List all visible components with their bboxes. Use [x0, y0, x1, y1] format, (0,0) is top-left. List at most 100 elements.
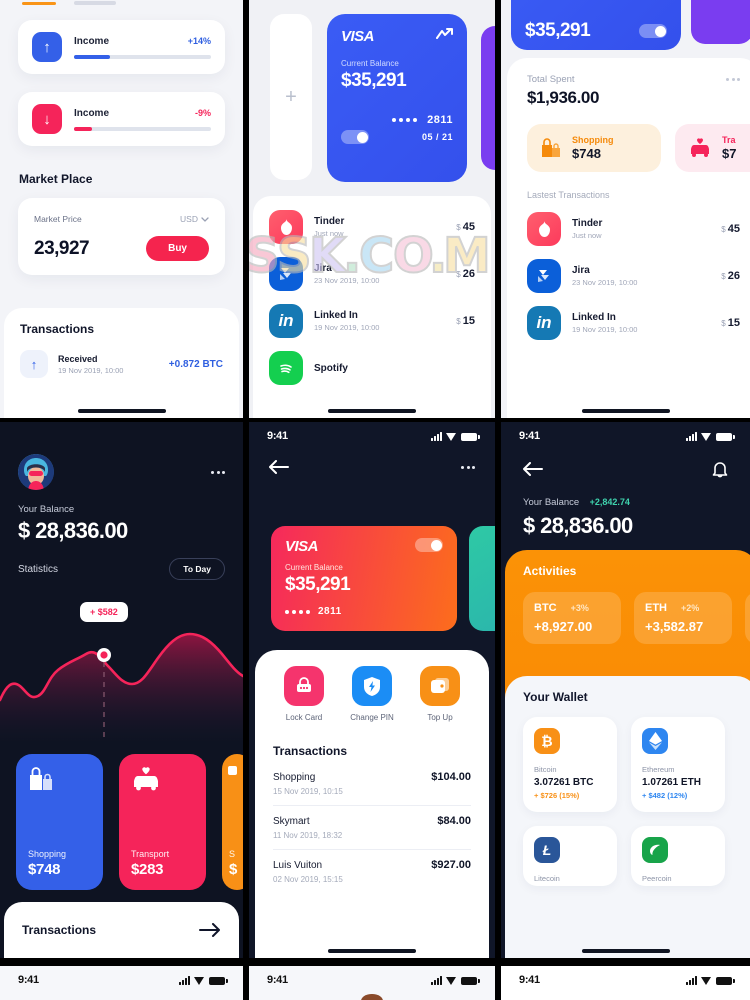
balance-change: +2,842.74 [589, 497, 630, 507]
table-row[interactable]: ↑ Received 19 Nov 2019, 10:00 +0.872 BTC [20, 350, 223, 378]
activity-card-btc[interactable]: BTC +3% +8,927.00 [523, 592, 621, 644]
table-row[interactable]: Shopping $104.00 15 Nov 2019, 10:15 [273, 771, 471, 796]
app-amount: $45 [456, 221, 475, 233]
category-label: S [229, 849, 236, 859]
ellipsis-icon[interactable] [726, 78, 740, 81]
table-row[interactable]: Luis Vuiton $927.00 02 Nov 2019, 15:15 [273, 859, 471, 884]
app-name: Spotify [314, 362, 348, 374]
table-row[interactable]: Skymart $84.00 11 Nov 2019, 18:32 [273, 815, 471, 840]
arrow-right-icon[interactable] [199, 923, 221, 937]
list-item[interactable]: Jira 23 Nov 2019, 10:00 $26 [269, 257, 475, 291]
card-toggle[interactable] [341, 130, 369, 144]
market-price-label: Market Price [34, 214, 82, 224]
ellipsis-icon[interactable] [211, 470, 225, 474]
wifi-icon [701, 976, 712, 985]
visa-logo: VISA [285, 538, 319, 555]
linkedin-icon: in [269, 304, 303, 338]
visa-card-purple-partial[interactable] [691, 0, 750, 44]
wifi-icon [446, 432, 457, 441]
category-card-partial[interactable]: S $ [222, 754, 243, 890]
income-up-card[interactable]: ↑ Income +14% [18, 20, 225, 74]
chevron-down-icon [201, 216, 209, 222]
status-time: 9:41 [519, 974, 540, 986]
list-item[interactable]: in Linked In 19 Nov 2019, 10:00 $15 [527, 306, 740, 340]
app-date: Just now [572, 231, 602, 240]
action-top-up[interactable]: Top Up [409, 666, 471, 722]
wallet-sheet: Your Wallet ₿ Bitcoin 3.07261 BTC + $726… [505, 676, 750, 958]
income-down-progress [74, 126, 211, 131]
wallet-card-bitcoin[interactable]: ₿ Bitcoin 3.07261 BTC + $726 (15%) [523, 717, 617, 812]
transaction-date: 15 Nov 2019, 10:15 [273, 787, 343, 796]
list-item[interactable]: Jira 23 Nov 2019, 10:00 $26 [527, 259, 740, 293]
tinder-icon [269, 210, 303, 244]
phone-panel-income-market: ↑ Income +14% ↓ Income -9% Market Place … [0, 0, 243, 418]
shopping-bag-icon [542, 138, 560, 157]
category-chip-shopping[interactable]: Shopping $748 [527, 124, 661, 172]
app-name: Tinder [314, 216, 345, 227]
activity-value: +3,582.87 [645, 619, 704, 634]
activity-value: +8,927.00 [534, 619, 593, 634]
transaction-amount: $84.00 [437, 815, 471, 827]
activity-symbol: BTC [534, 602, 557, 614]
arrow-left-icon[interactable] [269, 460, 289, 474]
visa-logo: VISA [341, 28, 375, 45]
card-dots-icon [285, 609, 310, 614]
visa-card-blue[interactable]: VISA Current Balance $35,291 2811 05 / 2… [327, 14, 467, 182]
battery-icon [461, 976, 480, 985]
currency-selector[interactable]: USD [180, 214, 209, 224]
phone-panel-wallet: 9:41 Your Balance +2,842.74 $ 28,836.00 [501, 422, 750, 958]
bell-icon[interactable] [712, 460, 728, 478]
phone-panel-row3-right: 9:41 [501, 966, 750, 1000]
visa-card-blue-partial[interactable]: $35,291 [511, 0, 681, 50]
transaction-date: 19 Nov 2019, 10:00 [58, 365, 124, 375]
status-time: 9:41 [519, 430, 540, 442]
card-toggle[interactable] [639, 24, 667, 38]
wallet-card-ethereum[interactable]: Ethereum 1.07261 ETH + $482 (12%) [631, 717, 725, 812]
wallet-card-peercoin[interactable]: Peercoin [631, 826, 725, 886]
list-item[interactable]: Spotify [269, 351, 475, 385]
visa-card-red[interactable]: VISA Current Balance $35,291 2811 [271, 526, 457, 631]
action-lock-card[interactable]: Lock Card [273, 666, 335, 722]
transaction-date: 11 Nov 2019, 18:32 [273, 831, 343, 840]
total-spent-sheet: Total Spent $1,936.00 Shopping $748 Tra … [507, 58, 750, 418]
category-card-shopping[interactable]: Shopping $748 [16, 754, 103, 890]
buy-button[interactable]: Buy [146, 236, 209, 261]
activity-card-eth[interactable]: ETH +2% +3,582.87 [634, 592, 732, 644]
car-heart-icon [134, 767, 158, 791]
category-chip-transport[interactable]: Tra $7 [675, 124, 750, 172]
coin-amount: 1.07261 ETH [642, 777, 701, 788]
avatar-partial [361, 994, 383, 1000]
transactions-footer-sheet[interactable]: Transactions [4, 902, 239, 958]
visa-card-teal[interactable] [469, 526, 495, 631]
avatar[interactable] [18, 454, 54, 490]
income-down-card[interactable]: ↓ Income -9% [18, 92, 225, 146]
litecoin-icon: Ł [534, 837, 560, 863]
category-card-transport[interactable]: Transport $283 [119, 754, 206, 890]
transaction-date: 02 Nov 2019, 15:15 [273, 875, 343, 884]
currency-value: USD [180, 214, 198, 224]
home-indicator [328, 949, 416, 953]
period-selector[interactable]: To Day [169, 558, 225, 580]
wallet-card-litecoin[interactable]: Ł Litecoin [523, 826, 617, 886]
ellipsis-icon[interactable] [461, 465, 475, 469]
visa-card-purple[interactable] [481, 26, 495, 170]
list-item[interactable]: in Linked In 19 Nov 2019, 10:00 $15 [269, 304, 475, 338]
category-label: Transport [131, 849, 170, 859]
add-card-button[interactable]: + [270, 14, 312, 180]
action-label: Top Up [427, 713, 453, 722]
list-item[interactable]: Tinder Just now $45 [269, 210, 475, 244]
status-bar: 9:41 [249, 966, 495, 986]
app-name: Linked In [572, 312, 616, 323]
activity-card-partial[interactable] [745, 592, 750, 644]
list-item[interactable]: Tinder Just now $45 [527, 212, 740, 246]
action-change-pin[interactable]: Change PIN [341, 666, 403, 722]
card-toggle[interactable] [415, 538, 443, 552]
status-time: 9:41 [18, 974, 39, 986]
coin-amount: 3.07261 BTC [534, 777, 594, 788]
screenshot-canvas: ↑ Income +14% ↓ Income -9% Market Place … [0, 0, 750, 1000]
balance-label: Your Balance [18, 504, 75, 515]
phone-panel-statistics-dark: Your Balance $ 28,836.00 Statistics To D… [0, 422, 243, 958]
card-dots-icon [392, 118, 418, 122]
arrow-left-icon[interactable] [523, 462, 543, 476]
coin-name: Litecoin [534, 874, 560, 883]
